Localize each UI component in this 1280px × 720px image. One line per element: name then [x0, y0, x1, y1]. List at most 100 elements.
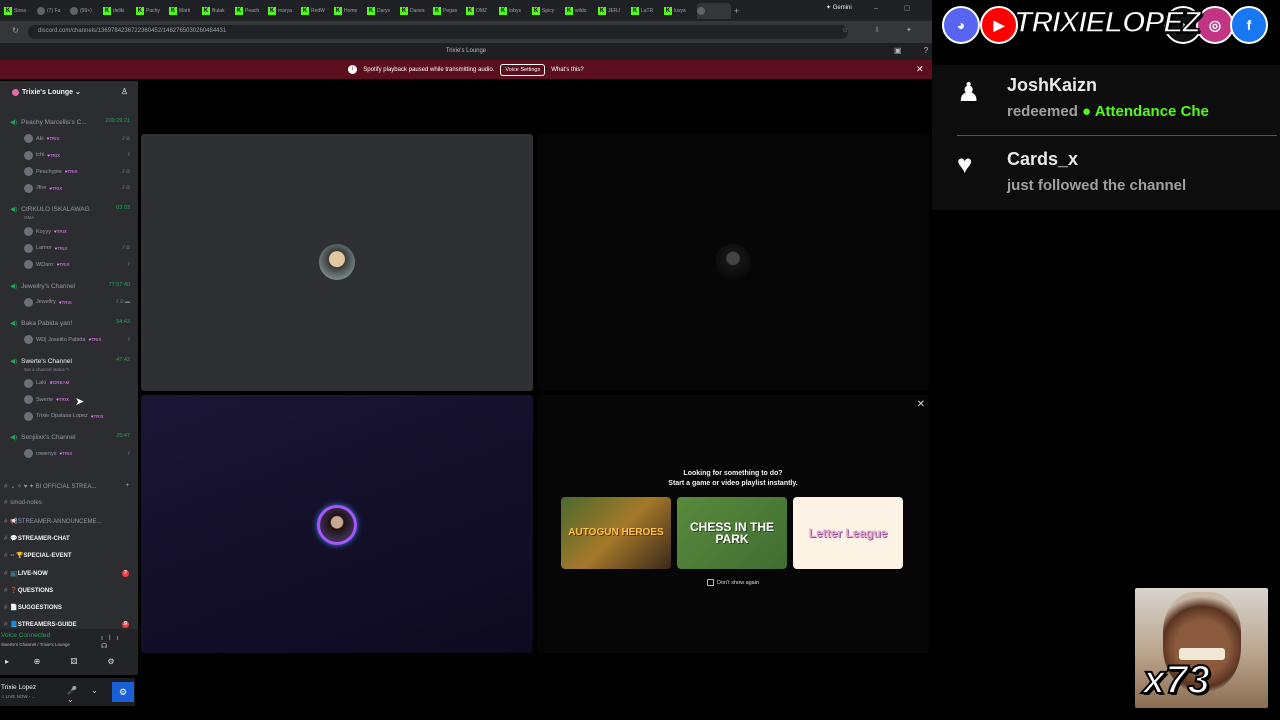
- participant-tile[interactable]: [141, 134, 533, 391]
- tab-label: (99+): [80, 7, 92, 14]
- voice-tools-icons[interactable]: ılı ☊: [101, 635, 138, 650]
- browser-tab[interactable]: K JERJ: [598, 3, 628, 19]
- browser-tab[interactable]: K RedW: [301, 3, 331, 19]
- alert-action-text: redeemed: [1007, 103, 1078, 120]
- user-name: Jewellry: [36, 299, 56, 305]
- channel-timer: 03 03: [116, 205, 130, 211]
- alert-divider: [957, 135, 1277, 136]
- browser-tab[interactable]: (7) Fa: [37, 3, 67, 19]
- tab-label: luvya: [674, 7, 686, 14]
- discord-window-title: Trixie's Lounge: [0, 43, 932, 60]
- mention-badge: 9: [122, 621, 129, 629]
- stream-button[interactable]: ▸: [0, 657, 14, 669]
- chess-in-the-park-card[interactable]: CHESS IN THE PARK: [677, 497, 787, 569]
- browser-tab[interactable]: Ktobys: [499, 3, 529, 19]
- gemini-button[interactable]: ✦ Gemini: [826, 4, 852, 11]
- text-channel[interactable]: # 📺LIVE-NOW 7: [4, 569, 134, 577]
- avatar: [24, 243, 33, 253]
- voice-user[interactable]: WD| Joselito Pabida ♥TRIX ⫽: [24, 335, 134, 344]
- voice-user[interactable]: Aki ♥TRIX ⫽ ⊘: [24, 134, 134, 143]
- text-channel[interactable]: # 📢STREAMER-ANNOUNCEME...: [4, 518, 134, 525]
- voice-channel[interactable]: ◀) Jewellry's Channel 77:57:40: [10, 282, 134, 290]
- voice-user[interactable]: Laki ♛DREAM: [24, 378, 134, 388]
- notice-close-icon[interactable]: ✕: [916, 64, 924, 75]
- participant-tile[interactable]: [537, 134, 929, 391]
- avatar: [24, 297, 33, 307]
- hash-icon: #: [4, 605, 8, 612]
- browser-tab[interactable]: Kmarya: [268, 3, 298, 19]
- voice-user[interactable]: ichi ♥TRIX ⫽: [24, 150, 134, 160]
- avatar: [24, 167, 33, 176]
- voice-channel[interactable]: ◀) Swerte's Channel 47:42: [10, 357, 134, 365]
- add-channel-icon[interactable]: +: [125, 483, 129, 489]
- participant-tile-speaking[interactable]: [141, 395, 533, 653]
- browser-tab[interactable]: K Marti: [169, 3, 199, 19]
- stream-alerts: ♟ JoshKaizn redeemed ● Attendance Che ♥ …: [932, 65, 1280, 210]
- voice-settings-button[interactable]: Voice Settings: [500, 63, 546, 76]
- browser-tab[interactable]: K Pegas: [433, 3, 463, 19]
- voice-channel[interactable]: ◀) CIRKULO ISKALAWAG 03 03: [10, 205, 134, 213]
- browser-tab[interactable]: K Danes: [400, 3, 430, 19]
- tab-label: Pachy: [146, 7, 160, 14]
- new-tab-button[interactable]: +: [734, 3, 748, 19]
- kick-favicon-icon: K: [433, 6, 441, 15]
- browser-tab[interactable]: K Pachy: [136, 3, 166, 19]
- browser-tab[interactable]: K Home: [334, 3, 364, 19]
- voice-user[interactable]: Jfire ♥TRIX ⫽ ⊘: [24, 183, 134, 193]
- autogun-heroes-card[interactable]: AUTOGUN HEROES: [561, 497, 671, 569]
- dont-show-again-option[interactable]: Don't show again: [707, 579, 759, 586]
- browser-tab[interactable]: K LaTR: [631, 3, 661, 19]
- voice-connected-status[interactable]: Voice Connected: [1, 632, 50, 639]
- browser-tab[interactable]: K Spicy: [532, 3, 562, 19]
- dont-show-checkbox[interactable]: [707, 579, 714, 586]
- channel-name: Swerte's Channel: [21, 357, 72, 365]
- dont-show-label: Don't show again: [717, 579, 760, 586]
- activity-button[interactable]: ⊕: [30, 657, 44, 669]
- text-channel[interactable]: # 📄SUGGESTIONS: [4, 604, 134, 611]
- browser-tab[interactable]: K Strea: [4, 3, 34, 19]
- user-status-icons: ⫽ ⊘: [122, 245, 130, 251]
- browser-tab[interactable]: K Peach: [235, 3, 265, 19]
- text-channel[interactable]: # smod-notes: [4, 500, 134, 506]
- voice-user[interactable]: rowenys ♥TRIX ⫽: [24, 449, 134, 458]
- voice-user[interactable]: Trixie Opalasa Lopez ♥TRIX: [24, 411, 134, 421]
- voice-channel[interactable]: ◀) Peachy Marcellis's C... 200:29:21: [10, 118, 134, 126]
- text-channel[interactable]: # ·· 🏆SPECIAL-EVENT: [4, 552, 134, 559]
- voice-channel[interactable]: ◀) Senjiiixx's Channel 25:47: [10, 433, 134, 441]
- browser-tab[interactable]: Kwildo: [565, 3, 595, 19]
- invite-icon[interactable]: ♙: [121, 87, 128, 96]
- text-channel[interactable]: # 📘STREAMERS-GUIDE 9: [4, 621, 134, 629]
- voice-user[interactable]: WDarrr ♥TRIX ⫽: [24, 260, 134, 269]
- whats-this-link[interactable]: What's this?: [551, 67, 584, 73]
- url-field[interactable]: discord.com/channels/1369784236722360452…: [28, 25, 848, 39]
- combo-multiplier: x73: [1142, 657, 1211, 703]
- browser-tab-active[interactable]: [697, 2, 731, 19]
- voice-settings-icon[interactable]: ⚙: [104, 657, 118, 669]
- text-channel[interactable]: # ❓QUESTIONS: [4, 587, 134, 594]
- voice-user[interactable]: Koyyy ♥TRIX: [24, 227, 134, 236]
- kick-favicon-icon: K: [301, 6, 309, 15]
- soundboard-button[interactable]: ⚄: [67, 657, 81, 669]
- text-channel[interactable]: # 💬STREAMER-CHAT: [4, 535, 134, 542]
- user-badge: ♥TRIX: [58, 299, 72, 305]
- browser-tab[interactable]: (99+): [70, 3, 100, 19]
- voice-channel[interactable]: ◀) Baka Pabida yan! 54:43: [10, 319, 134, 327]
- user-settings-icon[interactable]: ⚙: [112, 682, 134, 702]
- voice-user[interactable]: Jewellry ♥TRIX ⫽ ⊘ ▬: [24, 297, 134, 307]
- browser-tab[interactable]: K Darys: [367, 3, 397, 19]
- text-channel[interactable]: # ⌄ ✧ ♥ ✦ BI OFFICIAL STREA... +: [4, 483, 134, 490]
- browser-tab[interactable]: K Bulak: [202, 3, 232, 19]
- letter-league-card[interactable]: Letter League: [793, 497, 903, 569]
- browser-tab[interactable]: Kluvya: [664, 3, 694, 19]
- user-badge: ♥TRIX: [47, 152, 61, 158]
- server-header[interactable]: Trixie's Lounge ⌄ ♙: [0, 81, 138, 103]
- voice-user[interactable]: Lamor ♥TRIX ⫽ ⊘: [24, 243, 134, 253]
- reload-icon[interactable]: ↻: [12, 26, 19, 35]
- user-name[interactable]: Trixie Lopez: [1, 684, 36, 691]
- text-channel-name: 📘STREAMERS-GUIDE: [10, 622, 77, 629]
- voice-user[interactable]: Peachypie ♥TRIX ⫽ ⊘: [24, 167, 134, 176]
- mouse-cursor-icon: ➤: [75, 396, 85, 408]
- activity-close-icon[interactable]: ✕: [917, 399, 925, 410]
- browser-tab[interactable]: Kdeliki: [103, 3, 133, 19]
- browser-tab[interactable]: K OMZ: [466, 3, 496, 19]
